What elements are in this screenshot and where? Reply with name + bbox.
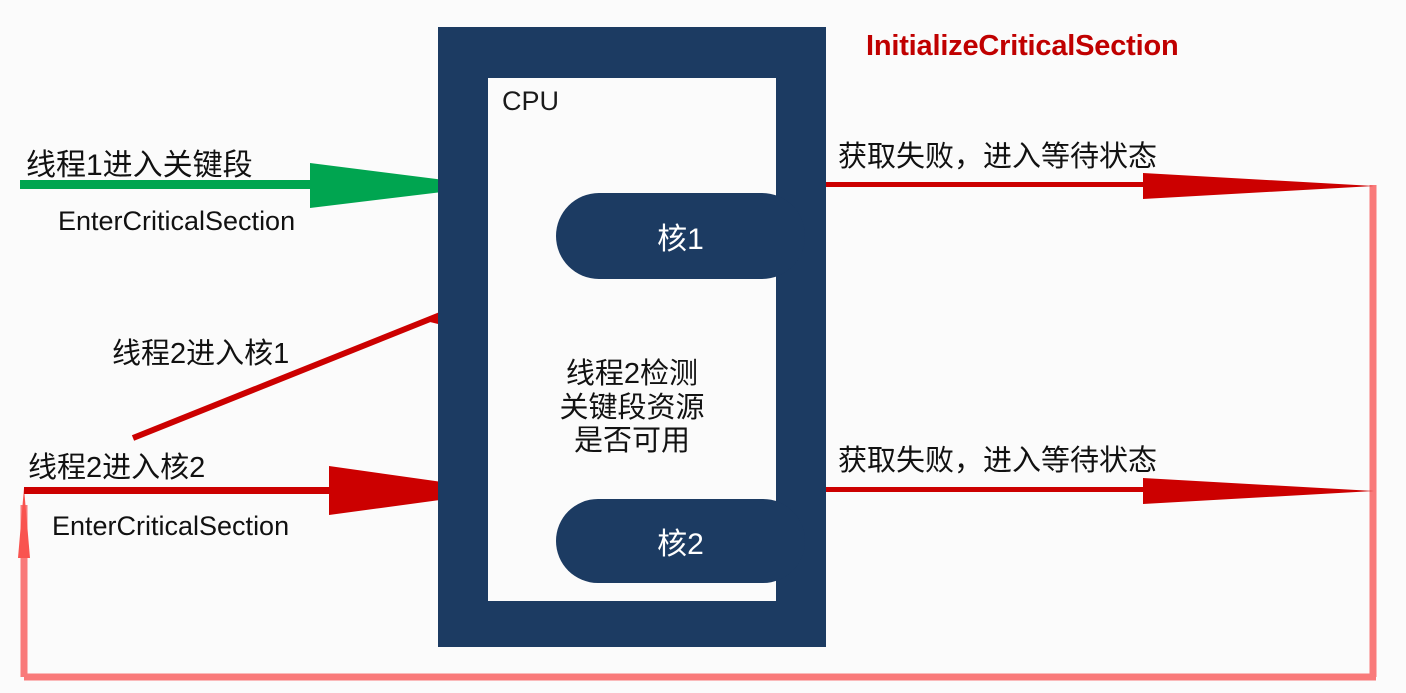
core-2[interactable]: 核2 <box>556 499 805 583</box>
thread1-enter-label: 线程1进入关键段 <box>26 149 253 182</box>
fail-wait-top-label: 获取失败，进入等待状态 <box>838 141 1158 173</box>
core1-fail-wait-arrow <box>757 173 1374 199</box>
core-1-label: 核1 <box>657 223 704 256</box>
cpu-chassis: CPU 核1 线程2检测 关键段资源 是否可用 核2 <box>438 27 826 647</box>
page-title: InitializeCriticalSection <box>866 30 1179 62</box>
core-2-label: 核2 <box>657 528 704 561</box>
thread1-api-label: EnterCriticalSection <box>58 206 296 236</box>
thread2-core2-label: 线程2进入核2 <box>28 452 206 484</box>
thread2-api-label: EnterCriticalSection <box>52 511 290 541</box>
detect-note: 线程2检测 关键段资源 是否可用 <box>559 358 705 458</box>
thread2-core1-label: 线程2进入核1 <box>112 338 290 370</box>
diagram-canvas: CPU 核1 线程2检测 关键段资源 是否可用 核2 InitializeCri… <box>0 0 1406 693</box>
fail-wait-bottom-label: 获取失败，进入等待状态 <box>838 445 1158 477</box>
core2-fail-wait-arrow <box>757 478 1374 504</box>
cpu-die: CPU 核1 线程2检测 关键段资源 是否可用 核2 <box>488 78 805 601</box>
core-1[interactable]: 核1 <box>556 193 805 279</box>
cpu-label: CPU <box>502 86 560 116</box>
